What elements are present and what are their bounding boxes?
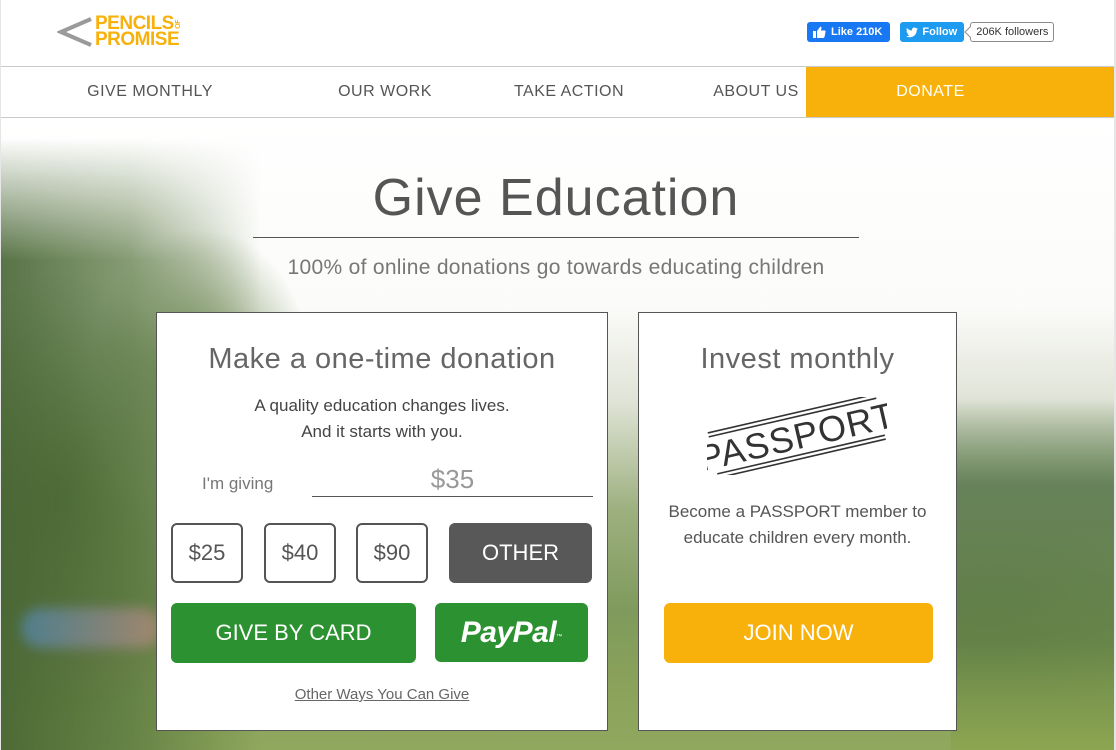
one-time-title: Make a one-time donation xyxy=(208,343,556,375)
logo-of: OF xyxy=(174,19,182,29)
twitter-followers-count[interactable]: 206K followers xyxy=(970,22,1055,42)
nav-take-action[interactable]: TAKE ACTION xyxy=(471,67,667,117)
nav-our-work[interactable]: OUR WORK xyxy=(299,67,471,117)
nav-donate[interactable]: DONATE xyxy=(806,67,1055,117)
paypal-button[interactable]: PayPal ™ xyxy=(435,603,588,662)
nav-donate-extension xyxy=(1055,67,1114,117)
twitter-follow-label: Follow xyxy=(922,26,958,38)
title-divider xyxy=(253,237,859,238)
paypal-logo: PayPal xyxy=(460,615,557,649)
passport-description: Become a PASSPORT member to educate chil… xyxy=(639,499,956,551)
hero-hill-right xyxy=(951,398,1114,750)
amount-option-25[interactable]: $25 xyxy=(171,523,243,583)
logo-wordmark: PENCILS OF PROMISE xyxy=(95,14,182,50)
facebook-like-label: Like 210K xyxy=(831,26,883,38)
donation-amount-input[interactable] xyxy=(312,465,593,497)
page-title: Give Education xyxy=(372,169,740,227)
site-header: PENCILS OF PROMISE Like 210K Follow 206K… xyxy=(1,0,1114,67)
give-by-card-button[interactable]: GIVE BY CARD xyxy=(171,603,416,663)
facebook-like-button[interactable]: Like 210K xyxy=(807,22,891,42)
one-time-tagline: A quality education changes lives. And i… xyxy=(157,393,607,445)
join-now-button[interactable]: JOIN NOW xyxy=(664,603,933,663)
paypal-trademark: ™ xyxy=(556,633,563,640)
thumbs-up-icon xyxy=(813,26,826,38)
passport-logo-icon: PASSPORT xyxy=(707,397,887,475)
tagline-line1: A quality education changes lives. xyxy=(254,396,510,415)
page-subtitle: 100% of online donations go towards educ… xyxy=(287,256,825,279)
monthly-donation-card: Invest monthly PASSPORT Become a PASSPOR… xyxy=(638,312,957,731)
amount-option-40[interactable]: $40 xyxy=(264,523,336,583)
pencils-of-promise-logo[interactable]: PENCILS OF PROMISE xyxy=(57,12,182,52)
main-nav: GIVE MONTHLY OUR WORK TAKE ACTION ABOUT … xyxy=(1,67,1114,118)
social-buttons: Like 210K Follow 206K followers xyxy=(807,22,1055,42)
other-ways-link[interactable]: Other Ways You Can Give xyxy=(157,686,607,703)
nav-give-monthly[interactable]: GIVE MONTHLY xyxy=(1,67,299,117)
amount-option-90[interactable]: $90 xyxy=(356,523,428,583)
one-time-donation-card: Make a one-time donation A quality educa… xyxy=(156,312,608,731)
logo-line2: PROMISE xyxy=(95,29,180,50)
twitter-bird-icon xyxy=(906,27,919,37)
giving-label: I'm giving xyxy=(202,474,274,493)
tagline-line2: And it starts with you. xyxy=(301,422,463,441)
hero-roof xyxy=(21,608,161,648)
passport-description-text: Become a PASSPORT member to educate chil… xyxy=(668,502,927,547)
twitter-follow-button[interactable]: Follow xyxy=(900,22,965,42)
pencil-chevron-icon xyxy=(57,17,92,47)
page: PENCILS OF PROMISE Like 210K Follow 206K… xyxy=(0,0,1116,750)
passport-logo-text: PASSPORT xyxy=(707,397,887,475)
other-amount-button[interactable]: OTHER xyxy=(449,523,592,583)
monthly-title: Invest monthly xyxy=(700,343,895,375)
